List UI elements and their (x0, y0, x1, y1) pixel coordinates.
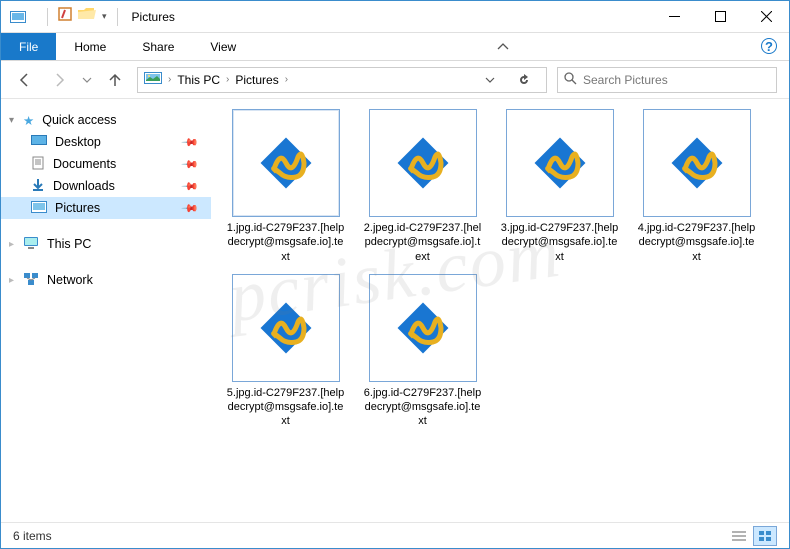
breadcrumb[interactable]: › This PC › Pictures › (137, 67, 547, 93)
file-thumbnail (506, 109, 614, 217)
file-thumbnail (369, 109, 477, 217)
documents-icon (31, 156, 45, 173)
file-item[interactable]: 5.jpg.id-C279F237.[helpdecrypt@msgsafe.i… (223, 274, 348, 429)
file-name: 1.jpg.id-C279F237.[helpdecrypt@msgsafe.i… (226, 221, 346, 264)
nav-network[interactable]: ▸ Network (1, 269, 211, 291)
file-name: 2.jpeg.id-C279F237.[helpdecrypt@msgsafe.… (363, 221, 483, 264)
nav-quick-access[interactable]: ▾ ★ Quick access (1, 109, 211, 131)
pin-icon: 📌 (181, 155, 200, 174)
file-list[interactable]: 1.jpg.id-C279F237.[helpdecrypt@msgsafe.i… (211, 99, 789, 522)
file-thumbnail (232, 109, 340, 217)
ribbon-expand-icon[interactable] (492, 33, 514, 60)
search-placeholder: Search Pictures (583, 73, 668, 87)
nav-pane: ▾ ★ Quick access Desktop 📌 Documents 📌 D… (1, 99, 211, 522)
help-icon[interactable]: ? (761, 38, 777, 54)
tab-share[interactable]: Share (124, 33, 192, 60)
app-icon (9, 8, 27, 26)
nav-label: This PC (47, 237, 91, 251)
file-thumbnail (369, 274, 477, 382)
nav-label: Quick access (42, 113, 116, 127)
downloads-icon (31, 178, 45, 195)
chevron-right-icon[interactable]: › (226, 74, 229, 85)
window-title: Pictures (132, 10, 175, 24)
nav-label: Documents (53, 157, 116, 171)
file-name: 3.jpg.id-C279F237.[helpdecrypt@msgsafe.i… (500, 221, 620, 264)
status-bar: 6 items (1, 522, 789, 548)
star-icon: ★ (23, 113, 34, 128)
pin-icon: 📌 (181, 199, 200, 218)
quick-access-toolbar: ▾ (43, 7, 122, 26)
qat-dropdown-icon[interactable]: ▾ (102, 11, 107, 22)
view-thumbnails-button[interactable] (753, 526, 777, 546)
file-item[interactable]: 6.jpg.id-C279F237.[helpdecrypt@msgsafe.i… (360, 274, 485, 429)
network-icon (23, 272, 39, 289)
body: ▾ ★ Quick access Desktop 📌 Documents 📌 D… (1, 99, 789, 522)
chevron-right-icon[interactable]: › (285, 74, 288, 85)
minimize-button[interactable] (651, 2, 697, 32)
thispc-icon (23, 236, 39, 253)
nav-documents[interactable]: Documents 📌 (1, 153, 211, 175)
nav-this-pc[interactable]: ▸ This PC (1, 233, 211, 255)
chevron-down-icon[interactable]: ▾ (9, 115, 14, 126)
chevron-right-icon[interactable]: ▸ (9, 275, 14, 286)
titlebar: ▾ Pictures (1, 1, 789, 33)
crumb-label: Pictures (235, 73, 278, 87)
file-thumbnail (643, 109, 751, 217)
spacer (1, 219, 211, 233)
close-button[interactable] (743, 2, 789, 32)
window-buttons (651, 2, 789, 32)
spacer (1, 255, 211, 269)
file-name: 4.jpg.id-C279F237.[helpdecrypt@msgsafe.i… (637, 221, 757, 264)
crumb-this-pc[interactable]: This PC (177, 73, 220, 87)
tab-home[interactable]: Home (56, 33, 124, 60)
tab-view[interactable]: View (192, 33, 254, 60)
titlebar-left-icons: ▾ (9, 7, 122, 26)
file-item[interactable]: 1.jpg.id-C279F237.[helpdecrypt@msgsafe.i… (223, 109, 348, 264)
search-input[interactable]: Search Pictures (557, 67, 777, 93)
chevron-right-icon[interactable]: ▸ (9, 239, 14, 250)
separator (47, 8, 48, 26)
view-buttons (727, 526, 777, 546)
file-thumbnail (232, 274, 340, 382)
search-icon (564, 72, 577, 88)
ribbon-tabs: File Home Share View ? (1, 33, 789, 61)
view-details-button[interactable] (727, 526, 751, 546)
file-item[interactable]: 4.jpg.id-C279F237.[helpdecrypt@msgsafe.i… (634, 109, 759, 264)
nav-label: Network (47, 273, 93, 287)
pin-icon: 📌 (181, 177, 200, 196)
separator (117, 8, 118, 26)
crumb-pictures[interactable]: Pictures (235, 73, 278, 87)
file-item[interactable]: 3.jpg.id-C279F237.[helpdecrypt@msgsafe.i… (497, 109, 622, 264)
forward-button[interactable] (47, 68, 71, 92)
nav-label: Desktop (55, 135, 101, 149)
refresh-button[interactable] (508, 73, 540, 87)
address-bar: › This PC › Pictures › Search Pictures (1, 61, 789, 99)
location-pictures-icon (144, 71, 162, 88)
file-name: 5.jpg.id-C279F237.[helpdecrypt@msgsafe.i… (226, 386, 346, 429)
maximize-button[interactable] (697, 2, 743, 32)
nav-label: Downloads (53, 179, 115, 193)
file-item[interactable]: 2.jpeg.id-C279F237.[helpdecrypt@msgsafe.… (360, 109, 485, 264)
chevron-right-icon[interactable]: › (168, 74, 171, 85)
desktop-icon (31, 135, 47, 150)
tab-file[interactable]: File (1, 33, 56, 60)
pictures-icon (31, 201, 47, 216)
crumb-label: This PC (177, 73, 220, 87)
qat-newfolder-icon[interactable] (78, 7, 96, 26)
file-name: 6.jpg.id-C279F237.[helpdecrypt@msgsafe.i… (363, 386, 483, 429)
nav-downloads[interactable]: Downloads 📌 (1, 175, 211, 197)
nav-pictures[interactable]: Pictures 📌 (1, 197, 211, 219)
back-button[interactable] (13, 68, 37, 92)
nav-desktop[interactable]: Desktop 📌 (1, 131, 211, 153)
nav-label: Pictures (55, 201, 100, 215)
address-dropdown-icon[interactable] (478, 75, 502, 85)
item-count: 6 items (13, 529, 52, 543)
explorer-window: ▾ Pictures File Home Share View ? › This… (0, 0, 790, 549)
pin-icon: 📌 (181, 133, 200, 152)
up-button[interactable] (103, 68, 127, 92)
recent-dropdown-icon[interactable] (81, 68, 93, 92)
qat-properties-icon[interactable] (58, 7, 72, 26)
